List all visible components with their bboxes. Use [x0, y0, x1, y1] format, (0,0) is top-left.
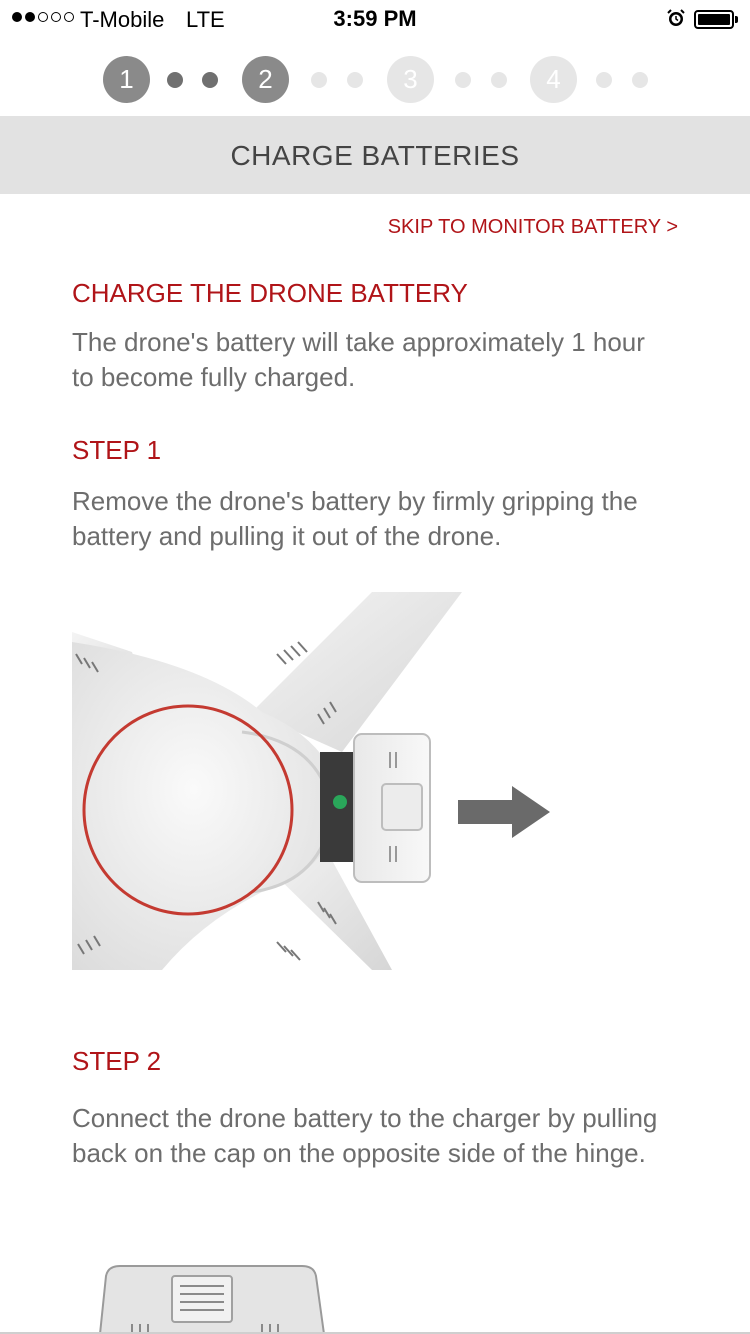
drone-battery-removal-illustration [72, 592, 572, 970]
step-indicator-3[interactable]: 3 [387, 56, 434, 103]
step-dot [596, 72, 612, 88]
step-2-section: STEP 2 Connect the drone battery to the … [72, 1046, 662, 1171]
section-heading: CHARGE THE DRONE BATTERY [72, 278, 468, 308]
step-dot [491, 72, 507, 88]
progress-stepper: 1 2 3 4 [0, 56, 750, 104]
intro-text: The drone's battery will take approximat… [72, 327, 645, 392]
step-1-heading: STEP 1 [72, 435, 162, 465]
battery-charger-illustration [92, 1262, 332, 1334]
step-2-text: Connect the drone battery to the charger… [72, 1103, 658, 1168]
status-time: 3:59 PM [333, 6, 417, 31]
page-title: CHARGE BATTERIES [0, 116, 750, 194]
step-1-text: Remove the drone's battery by firmly gri… [72, 486, 638, 551]
step-dot [455, 72, 471, 88]
step-dot [347, 72, 363, 88]
step-dot [311, 72, 327, 88]
step-indicator-2[interactable]: 2 [242, 56, 289, 103]
step-indicator-1[interactable]: 1 [103, 56, 150, 103]
alarm-clock-icon [667, 9, 685, 26]
intro-section: CHARGE THE DRONE BATTERY The drone's bat… [72, 278, 662, 395]
step-dot [632, 72, 648, 88]
step-1-section: STEP 1 Remove the drone's battery by fir… [72, 435, 662, 554]
status-bar: T-Mobile LTE 3:59 PM [0, 0, 750, 40]
step-dot [167, 72, 183, 88]
step-2-heading: STEP 2 [72, 1046, 162, 1076]
battery-icon [694, 10, 738, 29]
step-indicator-4[interactable]: 4 [530, 56, 577, 103]
step-dot [202, 72, 218, 88]
skip-to-monitor-battery-link[interactable]: SKIP TO MONITOR BATTERY > [388, 216, 678, 239]
